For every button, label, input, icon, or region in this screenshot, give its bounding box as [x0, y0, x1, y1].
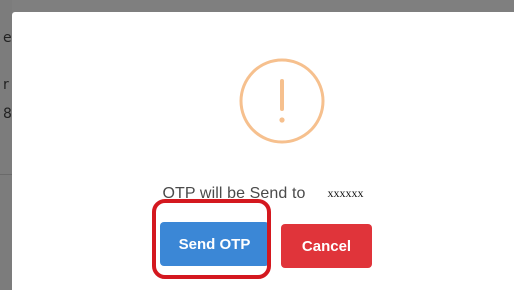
background-text: e — [3, 30, 12, 46]
background-divider — [0, 174, 12, 175]
dialog-message: OTP will be Send to xxxxxx — [12, 185, 514, 203]
send-otp-button[interactable]: Send OTP — [160, 222, 269, 266]
background-text: 8 — [3, 106, 12, 122]
message-text: OTP will be Send to — [162, 185, 306, 202]
background-page: e r 8 — [0, 0, 12, 290]
cancel-button[interactable]: Cancel — [281, 224, 372, 268]
exclamation-circle-icon — [239, 58, 325, 144]
background-text: r — [3, 77, 9, 93]
recipient-value: xxxxxx — [327, 186, 364, 200]
otp-confirm-dialog: OTP will be Send to xxxxxx Send OTP Cance… — [12, 12, 514, 290]
